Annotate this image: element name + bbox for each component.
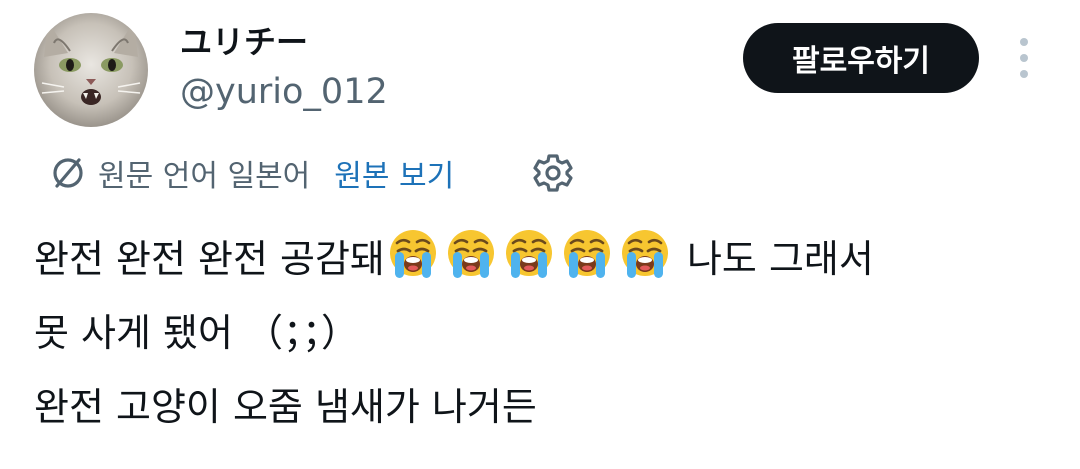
tweet-line: 완전 고양이 오줌 냄새가 나거든: [34, 385, 537, 429]
more-dot: [1020, 38, 1028, 46]
more-dot: [1020, 54, 1028, 62]
tweet-text: 완전 완전 완전 공감돼 나도 그래서 못 사게 됐어 （；；） 완전 고양이 …: [34, 222, 1044, 444]
avatar[interactable]: [34, 13, 148, 127]
more-vertical-icon[interactable]: [1008, 38, 1040, 78]
loudly-crying-face-icon: [505, 230, 552, 278]
tweet: ユリチー @yurio_012 팔로우하기 원문 언어 일본어 원본 보기 완전…: [0, 0, 1080, 469]
loudly-crying-face-icon: [563, 230, 610, 278]
translation-bar: 원문 언어 일본어 원본 보기: [50, 150, 454, 196]
user-handle[interactable]: @yurio_012: [180, 70, 388, 114]
display-name[interactable]: ユリチー: [180, 22, 308, 62]
tweet-text-segment: 완전 완전 완전 공감돼: [34, 237, 385, 281]
tweet-line: 못 사게 됐어 （；；）: [34, 311, 360, 355]
source-language-label: 원문 언어 일본어: [98, 159, 311, 194]
view-original-link[interactable]: 원본 보기: [334, 151, 454, 195]
follow-button[interactable]: 팔로우하기: [743, 23, 979, 93]
more-dot: [1020, 70, 1028, 78]
emoji-group: [385, 230, 675, 281]
gear-icon[interactable]: [532, 152, 574, 194]
tweet-text-segment: 나도 그래서: [674, 237, 874, 281]
cat-avatar-icon: [34, 13, 148, 127]
loudly-crying-face-icon: [447, 230, 494, 278]
translate-slash-icon: [53, 158, 83, 188]
loudly-crying-face-icon: [621, 230, 668, 278]
loudly-crying-face-icon: [389, 230, 436, 278]
tweet-line: 완전 완전 완전 공감돼 나도 그래서: [34, 222, 1044, 296]
